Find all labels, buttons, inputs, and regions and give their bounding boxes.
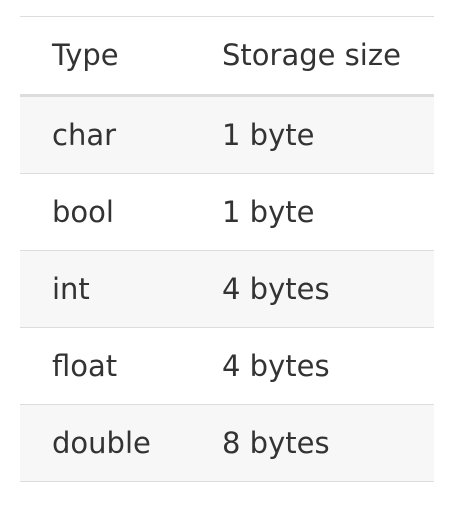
table-row: int 4 bytes (20, 251, 434, 328)
table-cell-type: int (52, 271, 90, 306)
data-type-table: Type Storage size char 1 byte bool 1 byt… (20, 16, 434, 482)
table-cell-type: float (52, 348, 118, 383)
table-cell-storage-size: 4 bytes (222, 348, 330, 383)
table-cell-storage-size: 1 byte (222, 117, 315, 152)
table-cell-storage-size: 8 bytes (222, 425, 330, 460)
table-cell-storage-size: 1 byte (222, 194, 315, 229)
table-header-row: Type Storage size (20, 17, 434, 97)
table-cell-type: char (52, 117, 117, 152)
table-row: char 1 byte (20, 97, 434, 174)
table-cell-storage-size: 4 bytes (222, 271, 330, 306)
table-row: bool 1 byte (20, 174, 434, 251)
table-cell-type: bool (52, 194, 114, 229)
table-row: double 8 bytes (20, 405, 434, 482)
table-row: float 4 bytes (20, 328, 434, 405)
table-header-type: Type (52, 38, 119, 72)
table-header-storage-size: Storage size (222, 38, 401, 72)
table-cell-type: double (52, 425, 151, 460)
